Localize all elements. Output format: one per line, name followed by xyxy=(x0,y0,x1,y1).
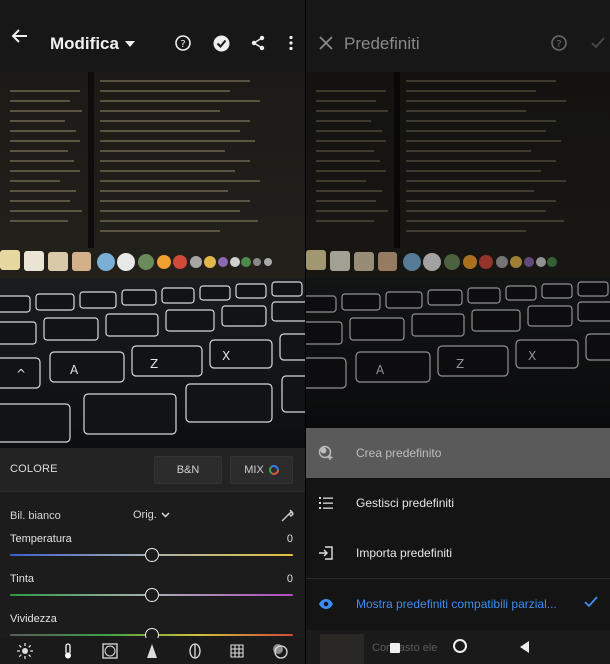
photo-preview: A Z X ^ xyxy=(0,72,305,448)
system-nav-bar: Contrasto ele xyxy=(306,630,610,664)
detail-icon[interactable] xyxy=(141,640,163,662)
keyboard-photo: A Z X xyxy=(306,72,610,428)
keyboard-photo: A Z X ^ xyxy=(0,72,305,448)
eyedropper-icon[interactable] xyxy=(281,508,295,525)
edit-top-bar: Modifica ? xyxy=(0,0,305,72)
import-icon xyxy=(318,545,334,561)
close-icon[interactable] xyxy=(312,29,340,57)
color-tabs-bar: COLORE B&N MIX xyxy=(0,448,305,492)
svg-text:X: X xyxy=(528,349,536,363)
tint-slider[interactable]: Tinta 0 xyxy=(10,573,293,613)
share-icon[interactable] xyxy=(244,29,272,57)
caret-down-icon xyxy=(124,41,135,47)
preset-thumbnail xyxy=(320,634,364,664)
eye-icon xyxy=(318,596,334,612)
bw-button-label: B&N xyxy=(176,464,200,476)
mix-button[interactable]: MIX xyxy=(230,456,293,484)
tint-label: Tinta xyxy=(10,573,35,585)
tint-knob[interactable] xyxy=(144,588,159,602)
menu-item-label: Importa predefiniti xyxy=(356,546,453,560)
color-thermometer-icon[interactable] xyxy=(57,640,79,662)
presets-menu: Crea predefinito Gestisci predefiniti Im… xyxy=(306,428,610,628)
light-icon[interactable] xyxy=(14,640,36,662)
edit-tools-bar xyxy=(0,638,305,664)
create-preset-icon xyxy=(318,445,334,461)
svg-text:X: X xyxy=(222,349,230,363)
checkmark-icon xyxy=(584,596,598,611)
presets-top-bar: Predefiniti ? xyxy=(306,0,610,72)
presets-icon[interactable] xyxy=(269,640,291,662)
svg-text:Z: Z xyxy=(456,357,464,371)
white-balance-row: Bil. bianco Orig. xyxy=(10,505,295,527)
svg-text:^: ^ xyxy=(16,367,26,381)
android-nav-buttons xyxy=(390,639,530,658)
edit-title[interactable]: Modifica xyxy=(50,34,135,54)
presets-panel: Predefiniti ? A Z X Crea predefinito Ges… xyxy=(305,0,610,664)
vibrance-label: Vividezza xyxy=(10,613,57,625)
menu-item-show-compatible[interactable]: Mostra predefiniti compatibili parzial..… xyxy=(306,578,610,628)
back-arrow-icon[interactable] xyxy=(6,22,34,50)
effects-vignette-icon[interactable] xyxy=(99,640,121,662)
presets-title: Predefiniti xyxy=(344,34,420,54)
edit-title-text: Modifica xyxy=(50,34,119,53)
geometry-icon[interactable] xyxy=(226,640,248,662)
check-circle-icon[interactable] xyxy=(207,29,235,57)
presets-title-text: Predefiniti xyxy=(344,34,420,53)
menu-item-manage-presets[interactable]: Gestisci predefiniti xyxy=(306,478,610,528)
help-icon[interactable]: ? xyxy=(545,29,573,57)
svg-text:A: A xyxy=(376,363,385,377)
temperature-label: Temperatura xyxy=(10,533,72,545)
more-vertical-icon[interactable] xyxy=(277,29,305,57)
temperature-knob[interactable] xyxy=(144,548,159,562)
confirm-check-icon[interactable] xyxy=(584,29,610,57)
tint-value: 0 xyxy=(286,573,293,585)
white-balance-value: Orig. xyxy=(133,509,157,521)
help-icon[interactable]: ? xyxy=(169,29,197,57)
back-triangle-icon[interactable] xyxy=(520,640,530,658)
menu-item-label: Mostra predefiniti compatibili parzial..… xyxy=(356,597,557,611)
home-circle-icon[interactable] xyxy=(453,639,467,658)
recents-square-icon[interactable] xyxy=(390,640,400,658)
white-balance-label: Bil. bianco xyxy=(10,510,61,522)
bw-button[interactable]: B&N xyxy=(154,456,222,484)
menu-item-label: Gestisci predefiniti xyxy=(356,496,455,510)
menu-item-create-preset[interactable]: Crea predefinito xyxy=(306,428,610,478)
menu-item-label: Crea predefinito xyxy=(356,446,442,460)
list-icon xyxy=(318,495,334,511)
color-section-label: COLORE xyxy=(10,463,58,475)
temperature-value: 0 xyxy=(286,533,293,545)
color-wheel-icon xyxy=(268,465,279,475)
edit-panel: Modifica ? A Z X ^ COLORE B&N MIX Bil. b… xyxy=(0,0,305,664)
mix-button-label: MIX xyxy=(244,464,264,476)
photo-preview-dimmed: A Z X xyxy=(306,72,610,428)
svg-text:?: ? xyxy=(180,39,185,50)
menu-item-import-presets[interactable]: Importa predefiniti xyxy=(306,528,610,578)
svg-text:Z: Z xyxy=(150,357,158,371)
optics-icon[interactable] xyxy=(184,640,206,662)
chevron-down-icon xyxy=(161,512,170,518)
white-balance-select[interactable]: Orig. xyxy=(133,509,170,521)
svg-text:A: A xyxy=(70,363,79,377)
temperature-slider[interactable]: Temperatura 0 xyxy=(10,533,293,573)
svg-text:?: ? xyxy=(556,39,561,50)
